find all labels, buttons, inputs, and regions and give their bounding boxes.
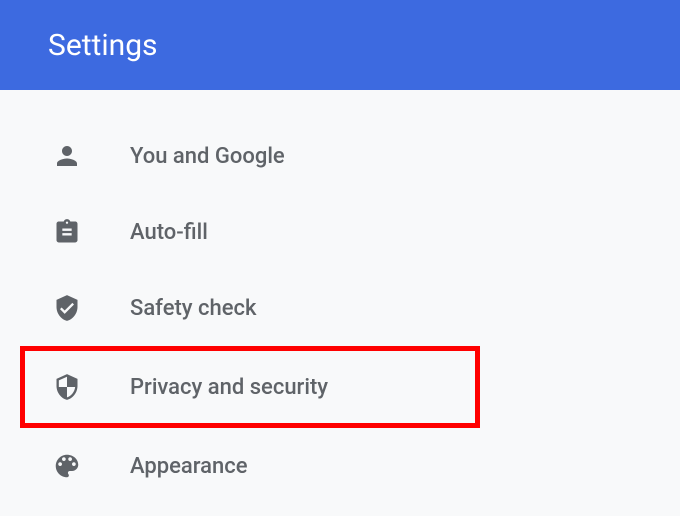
palette-icon: [50, 449, 84, 483]
menu-item-you-and-google[interactable]: You and Google: [0, 118, 680, 194]
menu-item-label: Appearance: [130, 454, 248, 479]
shield-check-icon: [50, 291, 84, 325]
menu-item-appearance[interactable]: Appearance: [0, 428, 680, 504]
menu-item-label: You and Google: [130, 144, 285, 169]
settings-menu: You and Google Auto-fill Safety check Pr…: [0, 90, 680, 504]
menu-item-label: Auto-fill: [130, 220, 208, 245]
menu-item-safety-check[interactable]: Safety check: [0, 270, 680, 346]
settings-header: Settings: [0, 0, 680, 90]
person-icon: [50, 139, 84, 173]
clipboard-icon: [50, 215, 84, 249]
menu-item-label: Privacy and security: [130, 375, 328, 400]
security-shield-icon: [50, 370, 84, 404]
menu-item-label: Safety check: [130, 296, 257, 321]
menu-item-privacy-security[interactable]: Privacy and security: [20, 346, 480, 428]
menu-item-autofill[interactable]: Auto-fill: [0, 194, 680, 270]
page-title: Settings: [48, 28, 158, 63]
